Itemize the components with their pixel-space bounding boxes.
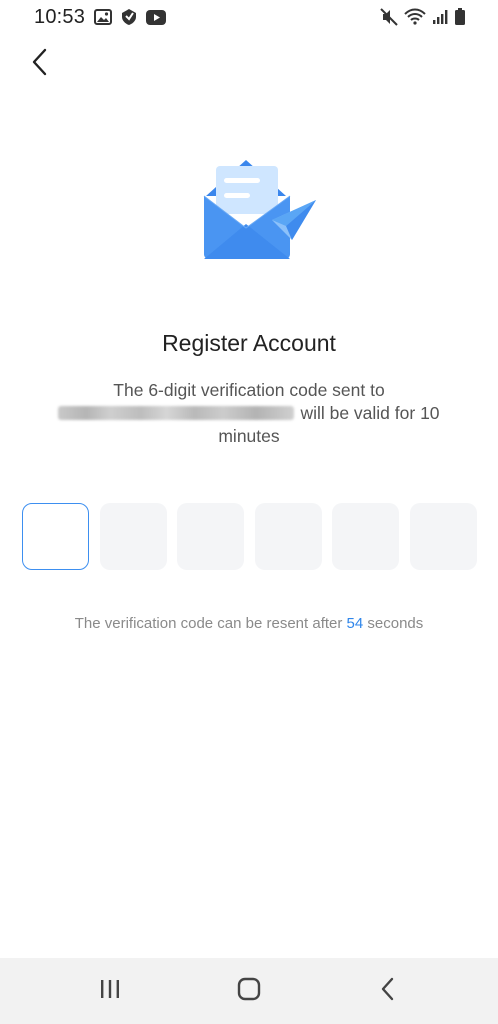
- status-time: 10:53: [34, 6, 86, 28]
- code-digit-box-2[interactable]: [99, 503, 167, 570]
- description-prefix: The 6-digit verification code sent to: [113, 380, 385, 400]
- gallery-icon: [94, 9, 112, 25]
- mute-icon: [380, 8, 398, 26]
- masked-email: [58, 406, 295, 420]
- location-app-icon: [120, 8, 138, 26]
- back-nav-icon: [380, 977, 396, 1006]
- home-icon: [236, 977, 262, 1006]
- resend-countdown: 54: [346, 615, 364, 632]
- system-nav-bar: [0, 958, 498, 1024]
- code-digit-box-6[interactable]: [409, 503, 477, 570]
- signal-icon: [432, 9, 448, 25]
- resend-prefix: The verification code can be resent afte…: [74, 615, 343, 632]
- youtube-icon: [146, 9, 166, 25]
- recent-apps-button[interactable]: [90, 976, 130, 1006]
- resend-suffix: seconds: [367, 615, 424, 632]
- code-digit-box-4[interactable]: [254, 503, 322, 570]
- chevron-left-icon: [30, 48, 48, 81]
- verification-code-input: [22, 503, 477, 570]
- status-bar: 10:53: [0, 0, 498, 36]
- status-right-icons: [380, 8, 466, 26]
- verification-description: The 6-digit verification code sent to wi…: [40, 379, 458, 448]
- envelope-illustration: [200, 156, 320, 264]
- resend-note: The verification code can be resent afte…: [0, 615, 498, 632]
- page-title: Register Account: [162, 330, 336, 356]
- recent-apps-icon: [98, 978, 122, 1005]
- code-digit-box-3[interactable]: [177, 503, 245, 570]
- wifi-icon: [404, 8, 426, 26]
- code-digit-box-1[interactable]: [22, 503, 89, 570]
- back-button[interactable]: [22, 46, 56, 82]
- code-digit-box-5[interactable]: [332, 503, 400, 570]
- status-left-icons: [94, 8, 166, 26]
- battery-icon: [454, 8, 466, 26]
- home-button[interactable]: [229, 976, 269, 1006]
- back-nav-button[interactable]: [368, 976, 408, 1006]
